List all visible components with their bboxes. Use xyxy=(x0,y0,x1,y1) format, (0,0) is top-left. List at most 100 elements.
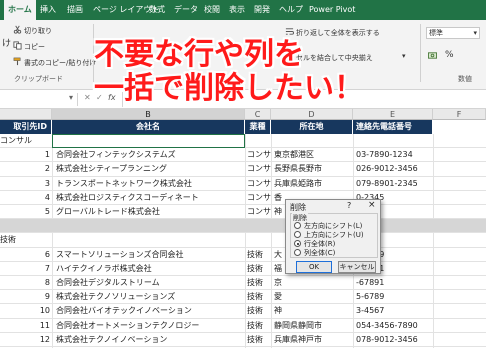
paste-button[interactable]: け xyxy=(2,36,11,49)
close-icon[interactable]: × xyxy=(368,200,376,210)
option-shift-up[interactable]: 上方向にシフト(U) xyxy=(294,231,364,240)
column-header-f[interactable]: F xyxy=(433,109,486,120)
table-row[interactable]: 11 合同会社オートメーションテクノロジー 技術 静岡県静岡市 054-3456-789… xyxy=(0,319,486,333)
location-cell[interactable]: 長野県長野市 xyxy=(274,162,353,176)
industry-cell[interactable]: 技術 xyxy=(247,248,271,262)
option-shift-left[interactable]: 左方向にシフト(L) xyxy=(294,222,362,231)
company-name-cell[interactable]: ハイテクイノラボ株式会社 xyxy=(56,262,245,276)
column-header-c[interactable]: C xyxy=(245,109,271,120)
industry-cell[interactable]: 技術 xyxy=(247,304,271,318)
radio-button[interactable] xyxy=(294,240,301,247)
company-name-cell[interactable]: スマートソリューションズ合同会社 xyxy=(56,248,245,262)
tab-draw[interactable]: 描画 xyxy=(67,0,83,20)
phone-cell[interactable]: 079-8901-2345 xyxy=(356,177,433,191)
phone-cell[interactable]: 026-9012-3456 xyxy=(356,162,433,176)
company-name-cell[interactable]: 合同会社オートメーションテクノロジー xyxy=(56,319,245,333)
company-name-cell[interactable]: トランスポートネットワーク株式会社 xyxy=(56,177,245,191)
client-id-cell[interactable]: 11 xyxy=(0,319,50,333)
company-name-cell[interactable]: 株式会社テクノイノベーション xyxy=(56,333,245,347)
industry-cell[interactable]: 技術 xyxy=(247,262,271,276)
tab-power-pivot[interactable]: Power Pivot xyxy=(309,0,355,20)
tab-data[interactable]: データ xyxy=(174,0,198,20)
radio-button[interactable] xyxy=(294,249,301,256)
radio-button[interactable] xyxy=(294,231,301,238)
client-id-cell[interactable]: 12 xyxy=(0,333,50,347)
name-box[interactable]: ▾ xyxy=(0,93,78,106)
table-row[interactable]: 12 株式会社テクノイノベーション 技術 兵庫県神戸市 078-9012-3456 xyxy=(0,333,486,347)
phone-cell[interactable]: 03-7890-1234 xyxy=(356,148,433,162)
tab-review[interactable]: 校閲 xyxy=(204,0,220,20)
table-row[interactable]: 5グローバルトレード株式会社コンサル神-3456 xyxy=(0,205,486,220)
company-name-cell[interactable]: 合同会社デジタルストリーム xyxy=(56,276,245,290)
tab-developer[interactable]: 開発 xyxy=(254,0,270,20)
table-row[interactable]: 3 トランスポートネットワーク株式会社コンサル兵庫県姫路市079-8901-234… xyxy=(0,177,486,191)
client-id-cell[interactable]: 1 xyxy=(0,148,50,162)
phone-cell[interactable]: 054-3456-7890 xyxy=(356,319,433,333)
location-cell[interactable]: 愛 xyxy=(274,290,353,304)
industry-cell[interactable]: 技術 xyxy=(247,333,271,347)
company-name-cell[interactable]: 株式会社シティープランニング xyxy=(56,162,245,176)
tab-home[interactable]: ホーム xyxy=(4,0,36,20)
company-name-cell[interactable]: 合同会社バイオテックイノベーション xyxy=(56,304,245,318)
header-phone[interactable]: 連絡先電話番号 xyxy=(353,120,433,134)
cut-button[interactable]: 切り取り xyxy=(13,25,52,36)
table-row[interactable]: 10 合同会社バイオテックイノベーション 技術神 3-4567 xyxy=(0,304,486,319)
phone-cell[interactable]: -67891 xyxy=(356,276,433,290)
table-row[interactable]: 7ハイテクイノラボ株式会社技術福-67891 xyxy=(0,262,486,276)
location-cell[interactable]: 兵庫県姫路市 xyxy=(274,177,353,191)
industry-cell[interactable]: コンサル xyxy=(247,148,271,162)
location-cell[interactable]: 東京都港区 xyxy=(274,148,353,162)
industry-cell[interactable]: 技術 xyxy=(247,319,271,333)
currency-button[interactable] xyxy=(428,51,439,62)
column-header-e[interactable]: E xyxy=(353,109,433,120)
tab-help[interactable]: ヘルプ xyxy=(279,0,303,20)
column-header-d[interactable]: D xyxy=(271,109,353,120)
option-entire-column[interactable]: 列全体(C) xyxy=(294,249,335,258)
industry-cell[interactable]: 技術 xyxy=(247,290,271,304)
section-row[interactable]: コンサル xyxy=(0,134,486,149)
format-painter-button[interactable]: 書式のコピー/貼り付け xyxy=(13,57,96,68)
location-cell[interactable]: 兵庫県神戸市 xyxy=(274,333,353,347)
column-header-b[interactable]: B xyxy=(52,109,245,120)
merge-dropdown[interactable]: ▾ xyxy=(402,52,406,60)
table-row[interactable]: 4株式会社ロジスティクスコーディネートコンサル香0-2345 xyxy=(0,191,486,205)
header-company-name[interactable]: 会社名 xyxy=(52,120,245,134)
client-id-cell[interactable]: 7 xyxy=(0,262,50,276)
section-row[interactable]: 技術 xyxy=(0,233,486,248)
location-cell[interactable]: 神 xyxy=(274,304,353,318)
ok-button[interactable]: OK xyxy=(296,261,332,273)
industry-cell[interactable]: 技術 xyxy=(247,276,271,290)
header-location[interactable]: 所在地 xyxy=(271,120,353,134)
industry-cell[interactable]: コンサル xyxy=(247,205,271,219)
phone-cell[interactable]: 3-4567 xyxy=(356,304,433,318)
cancel-entry-icon[interactable]: ✕ xyxy=(84,93,91,102)
help-icon[interactable]: ? xyxy=(347,201,351,210)
radio-button[interactable] xyxy=(294,222,301,229)
table-row[interactable]: 9 株式会社テクノソリューションズ 技術愛 5-6789 xyxy=(0,290,486,305)
client-id-cell[interactable]: 3 xyxy=(0,177,50,191)
client-id-cell[interactable]: 9 xyxy=(0,290,50,304)
table-row[interactable]: 1 合同会社フィンテックシステムズコンサル東京都港区03-7890-1234 xyxy=(0,148,486,163)
table-row[interactable]: 2 株式会社シティープランニングコンサル長野県長野市026-9012-3456 xyxy=(0,162,486,177)
company-name-cell[interactable]: 株式会社ロジスティクスコーディネート xyxy=(56,191,245,205)
tab-formulas[interactable]: 数式 xyxy=(149,0,165,20)
cancel-button[interactable]: キャンセル xyxy=(338,261,376,273)
gray-separator-row[interactable] xyxy=(0,219,486,234)
number-format-select[interactable]: 標準 ▾ xyxy=(426,27,480,39)
company-name-cell[interactable]: 株式会社テクノソリューションズ xyxy=(56,290,245,304)
client-id-cell[interactable]: 10 xyxy=(0,304,50,318)
client-id-cell[interactable]: 2 xyxy=(0,162,50,176)
column-header-a[interactable] xyxy=(0,109,52,120)
client-id-cell[interactable]: 4 xyxy=(0,191,50,205)
client-id-cell[interactable]: 5 xyxy=(0,205,50,219)
selected-cell[interactable] xyxy=(52,134,245,148)
tab-insert[interactable]: 挿入 xyxy=(40,0,56,20)
company-name-cell[interactable]: グローバルトレード株式会社 xyxy=(56,205,245,219)
table-row[interactable]: 8 合同会社デジタルストリーム 技術京 -67891 xyxy=(0,276,486,291)
header-client-id[interactable]: 取引先ID xyxy=(0,120,52,134)
option-entire-row[interactable]: 行全体(R) xyxy=(294,240,335,249)
tab-view[interactable]: 表示 xyxy=(229,0,245,20)
industry-cell[interactable]: コンサル xyxy=(247,191,271,205)
percent-button[interactable]: % xyxy=(445,50,454,60)
company-name-cell[interactable]: 合同会社フィンテックシステムズ xyxy=(56,148,245,162)
